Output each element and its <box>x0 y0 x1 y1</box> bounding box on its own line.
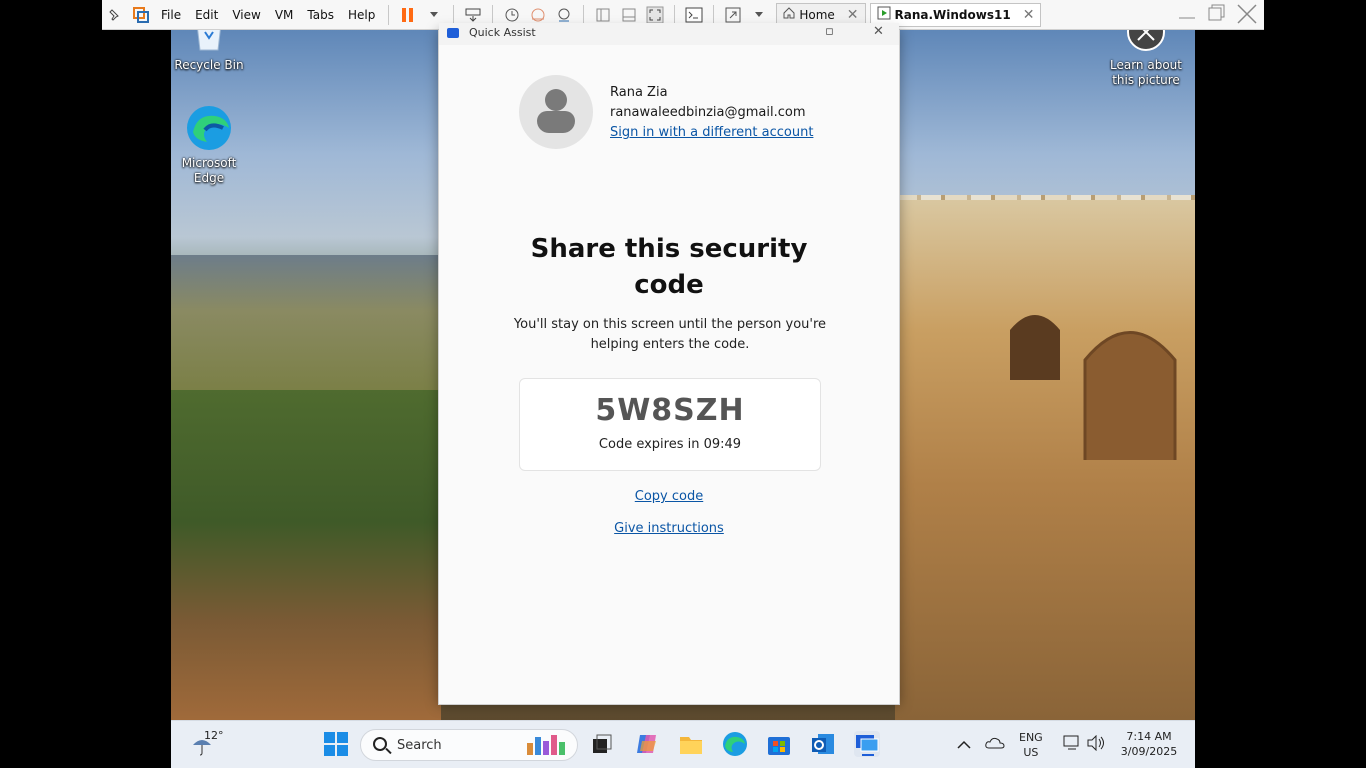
tab-label: Home <box>799 7 835 22</box>
person-icon-head <box>545 89 567 111</box>
person-icon-body <box>537 111 575 133</box>
desktop-icon-label: Learn about this picture <box>1110 58 1182 87</box>
menu-help[interactable]: Help <box>341 8 382 22</box>
recycle-bin-icon[interactable]: Recycle Bin <box>171 30 247 73</box>
avatar <box>519 75 593 149</box>
toolbar-divider <box>453 4 455 25</box>
menu-tabs[interactable]: Tabs <box>300 8 341 22</box>
wallpaper-hills <box>171 255 441 395</box>
restore-icon[interactable] <box>1206 3 1226 28</box>
close-icon[interactable]: ✕ <box>873 24 884 39</box>
window-title: Quick Assist <box>469 26 536 39</box>
chevron-up-icon[interactable] <box>957 735 971 754</box>
search-icon <box>373 737 387 751</box>
quick-assist-icon[interactable] <box>854 731 880 757</box>
region-code: US <box>1023 746 1039 759</box>
toolbar-divider <box>388 4 390 25</box>
menu-file[interactable]: File <box>154 8 188 22</box>
wallpaper-bridge-arch <box>1010 315 1060 380</box>
microsoft-edge-icon[interactable]: Microsoft Edge <box>171 104 247 186</box>
vm-running-icon <box>877 6 891 23</box>
learn-picture-image <box>1122 30 1170 54</box>
toolbar-divider <box>492 4 494 25</box>
clock-date: 3/09/2025 <box>1120 745 1178 758</box>
home-icon <box>783 7 795 22</box>
outlook-icon[interactable] <box>810 731 836 757</box>
edge-icon[interactable] <box>722 731 748 757</box>
pause-icon[interactable] <box>397 4 419 26</box>
pin-icon[interactable] <box>104 4 126 26</box>
wallpaper-bridge <box>1083 331 1177 460</box>
search-placeholder: Search <box>397 738 442 753</box>
language-code: ENG <box>1019 731 1043 744</box>
windows-logo-icon <box>324 732 348 756</box>
sign-in-different-account-link[interactable]: Sign in with a different account <box>610 125 813 140</box>
quick-assist-app-icon <box>447 28 459 38</box>
menu-vm[interactable]: VM <box>268 8 301 22</box>
start-button[interactable] <box>323 731 349 757</box>
close-icon[interactable]: ✕ <box>847 7 859 23</box>
copilot-icon[interactable] <box>634 731 660 757</box>
give-instructions-link[interactable]: Give instructions <box>614 521 724 536</box>
recycle-bin-image <box>185 30 233 54</box>
toolbar-divider <box>583 4 585 25</box>
desktop-icon-label: Microsoft Edge <box>181 156 237 185</box>
quick-assist-window: Quick Assist ▫ ✕ Rana Zia ranawaleedbinz… <box>438 23 900 705</box>
clock-time: 7:14 AM <box>1126 730 1172 743</box>
close-icon[interactable] <box>1236 3 1258 30</box>
copy-code-link[interactable]: Copy code <box>635 489 703 504</box>
menu-view[interactable]: View <box>225 8 267 22</box>
search-box[interactable]: Search <box>360 729 578 761</box>
taskbar: 12° Search ENG US 7:14 AM 3/09/2025 <box>171 720 1195 768</box>
minimize-icon[interactable] <box>1177 5 1197 26</box>
wallpaper-valley <box>171 390 441 720</box>
copy-code-wrapper: Copy code <box>439 485 899 504</box>
close-icon[interactable]: ✕ <box>1023 7 1035 23</box>
page-title: Share this security code <box>530 234 808 300</box>
security-code: 5W8SZH <box>595 393 745 428</box>
network-icon[interactable] <box>1063 735 1081 755</box>
instruction-text: You'll stay on this screen until the per… <box>513 317 827 352</box>
tab-label: Rana.Windows11 <box>894 7 1011 22</box>
screen: File Edit View VM Tabs Help Home ✕ Rana.… <box>0 0 1366 768</box>
edge-logo <box>185 104 233 152</box>
volume-icon[interactable] <box>1087 734 1105 755</box>
menu-edit[interactable]: Edit <box>188 8 225 22</box>
toolbar-divider <box>674 4 676 25</box>
quick-assist-titlebar: Quick Assist ▫ ✕ <box>439 23 899 45</box>
file-explorer-icon[interactable] <box>678 731 704 757</box>
account-name: Rana Zia <box>610 85 668 100</box>
wallpaper-cliff <box>895 200 1195 720</box>
store-icon[interactable] <box>766 731 792 757</box>
toolbar-divider <box>713 4 715 25</box>
clock[interactable]: 7:14 AM 3/09/2025 <box>1117 729 1181 759</box>
account-email: ranawaleedbinzia@gmail.com <box>610 105 806 120</box>
language-indicator[interactable]: ENG US <box>1019 730 1043 760</box>
maximize-icon[interactable]: ▫ <box>825 24 834 39</box>
vmware-logo-icon[interactable] <box>130 4 152 26</box>
code-expiry: Code expires in 09:49 <box>598 437 742 452</box>
give-instructions-wrapper: Give instructions <box>439 517 899 536</box>
search-highlight-icon <box>527 735 565 755</box>
task-view-icon[interactable] <box>589 731 615 757</box>
learn-about-picture-icon[interactable]: Learn about this picture <box>1108 30 1184 88</box>
security-code-card: 5W8SZH Code expires in 09:49 <box>519 378 821 471</box>
desktop-icon-label: Recycle Bin <box>174 58 244 72</box>
weather-temp: 12° <box>204 729 224 742</box>
onedrive-cloud-icon[interactable] <box>985 735 1005 754</box>
